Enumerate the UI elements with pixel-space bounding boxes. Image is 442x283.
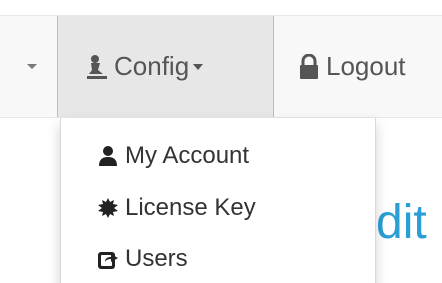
config-dropdown-menu: My Account License Key Users [60,118,376,283]
menu-item-label: Users [125,245,188,272]
chess-pawn-icon [86,54,108,80]
caret-down-icon [27,64,37,69]
lock-icon [298,53,320,80]
nav-logout-label: Logout [326,51,406,81]
certificate-icon [97,197,119,219]
menu-item-my-account[interactable]: My Account [97,139,249,173]
menu-item-users[interactable]: Users [97,242,188,276]
menu-item-label: License Key [125,194,256,221]
menu-item-license-key[interactable]: License Key [97,191,256,225]
nav-logout[interactable]: Logout [274,16,442,117]
nav-config-label: Config [114,51,190,81]
menu-item-label: My Account [125,142,250,169]
nav-dropdown-previous[interactable] [0,16,57,117]
navbar: Config Logout [0,15,442,118]
caret-down-icon [193,63,204,70]
app-viewport: Config Logout dit My Account License Key… [0,0,442,283]
user-icon [97,145,119,167]
share-icon [97,248,119,270]
page-heading-fragment: dit [376,196,427,249]
nav-config-dropdown[interactable]: Config [57,16,274,117]
